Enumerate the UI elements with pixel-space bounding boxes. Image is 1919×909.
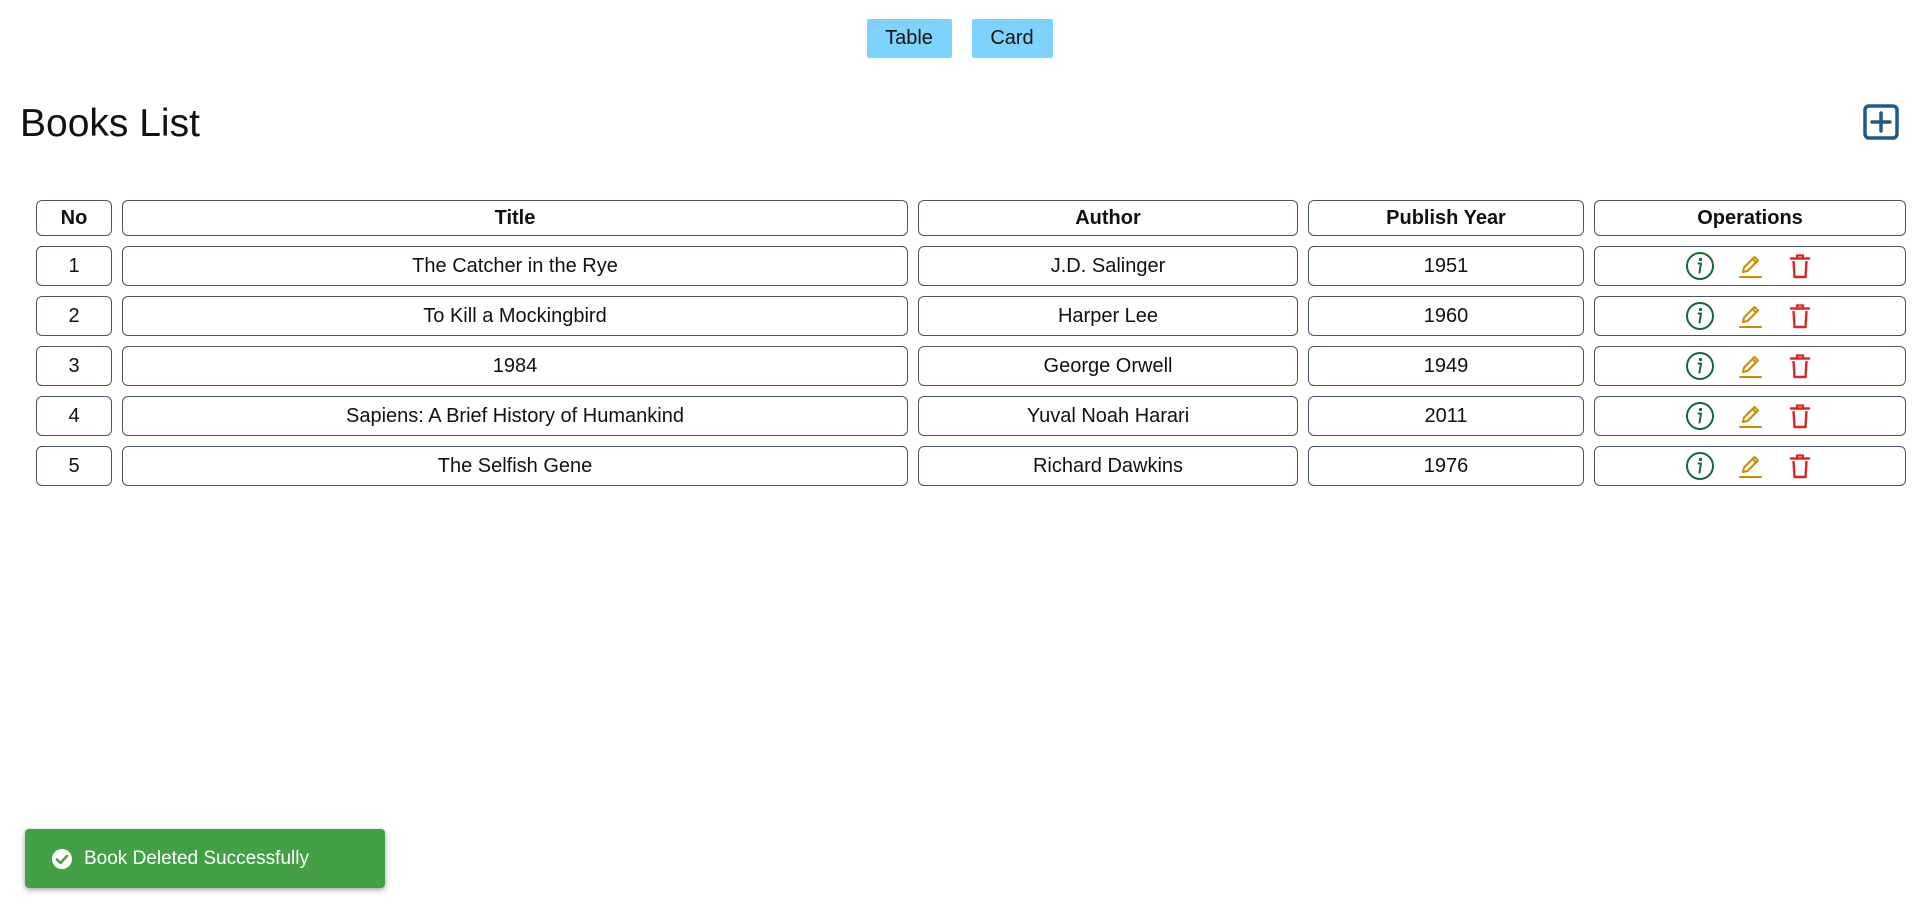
column-header-publish-year: Publish Year (1308, 200, 1584, 236)
cell-no: 4 (36, 396, 112, 436)
add-book-button[interactable] (1863, 104, 1899, 140)
cell-no: 1 (36, 246, 112, 286)
trash-icon[interactable] (1785, 351, 1815, 381)
toast-message: Book Deleted Successfully (84, 847, 309, 869)
table-row: 4 Sapiens: A Brief History of Humankind Yu… (36, 396, 1906, 436)
books-table: No Title Author Publish Year Operations … (26, 190, 1916, 496)
table-row: 3 1984 George Orwell 1949 (36, 346, 1906, 386)
cell-publish-year: 1960 (1308, 296, 1584, 336)
page-title: Books List (20, 102, 200, 145)
view-toggle: Table Card (0, 19, 1919, 58)
info-circle-icon[interactable] (1685, 251, 1715, 281)
info-circle-icon[interactable] (1685, 351, 1715, 381)
cell-title: 1984 (122, 346, 908, 386)
trash-icon[interactable] (1785, 301, 1815, 331)
info-circle-icon[interactable] (1685, 401, 1715, 431)
table-row: 5 The Selfish Gene Richard Dawkins 1976 (36, 446, 1906, 486)
operations-group (1595, 301, 1905, 331)
cell-operations (1594, 396, 1906, 436)
cell-no: 3 (36, 346, 112, 386)
pencil-icon[interactable] (1735, 401, 1765, 431)
trash-icon[interactable] (1785, 451, 1815, 481)
info-circle-icon[interactable] (1685, 451, 1715, 481)
cell-operations (1594, 446, 1906, 486)
check-circle-icon (50, 847, 74, 871)
table-body: 1 The Catcher in the Rye J.D. Salinger 1951… (36, 246, 1906, 486)
cell-publish-year: 1976 (1308, 446, 1584, 486)
operations-group (1595, 351, 1905, 381)
cell-publish-year: 1949 (1308, 346, 1584, 386)
operations-group (1595, 451, 1905, 481)
table-header-row: No Title Author Publish Year Operations (36, 200, 1906, 236)
cell-no: 2 (36, 296, 112, 336)
cell-operations (1594, 346, 1906, 386)
success-toast[interactable]: Book Deleted Successfully (25, 829, 385, 888)
cell-author: Yuval Noah Harari (918, 396, 1298, 436)
cell-no: 5 (36, 446, 112, 486)
column-header-author: Author (918, 200, 1298, 236)
cell-title: To Kill a Mockingbird (122, 296, 908, 336)
cell-title: The Selfish Gene (122, 446, 908, 486)
table-row: 1 The Catcher in the Rye J.D. Salinger 1951 (36, 246, 1906, 286)
cell-title: The Catcher in the Rye (122, 246, 908, 286)
cell-operations (1594, 246, 1906, 286)
card-view-button[interactable]: Card (971, 19, 1053, 58)
info-circle-icon[interactable] (1685, 301, 1715, 331)
column-header-operations: Operations (1594, 200, 1906, 236)
cell-publish-year: 2011 (1308, 396, 1584, 436)
cell-title: Sapiens: A Brief History of Humankind (122, 396, 908, 436)
cell-author: George Orwell (918, 346, 1298, 386)
trash-icon[interactable] (1785, 401, 1815, 431)
pencil-icon[interactable] (1735, 451, 1765, 481)
table-view-button[interactable]: Table (866, 19, 952, 58)
column-header-no: No (36, 200, 112, 236)
cell-author: Harper Lee (918, 296, 1298, 336)
pencil-icon[interactable] (1735, 251, 1765, 281)
cell-author: Richard Dawkins (918, 446, 1298, 486)
pencil-icon[interactable] (1735, 301, 1765, 331)
column-header-title: Title (122, 200, 908, 236)
operations-group (1595, 251, 1905, 281)
pencil-icon[interactable] (1735, 351, 1765, 381)
cell-publish-year: 1951 (1308, 246, 1584, 286)
cell-operations (1594, 296, 1906, 336)
plus-square-icon (1863, 104, 1899, 140)
trash-icon[interactable] (1785, 251, 1815, 281)
operations-group (1595, 401, 1905, 431)
cell-author: J.D. Salinger (918, 246, 1298, 286)
table-row: 2 To Kill a Mockingbird Harper Lee 1960 (36, 296, 1906, 336)
